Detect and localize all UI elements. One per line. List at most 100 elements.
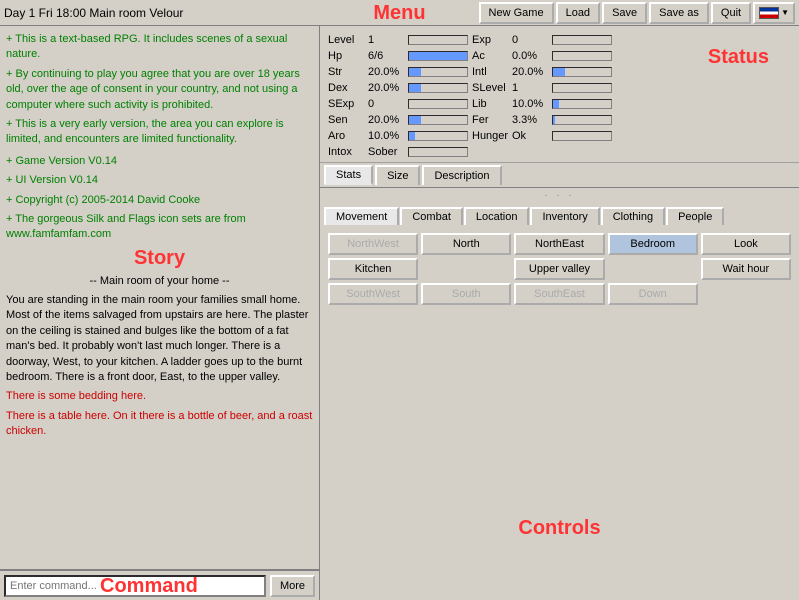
move-down[interactable]: Down xyxy=(608,283,698,305)
stat-bar-container xyxy=(552,131,612,141)
dots-separator: · · · xyxy=(320,188,799,203)
stat-name: SExp xyxy=(328,98,368,110)
stat-row-hunger: HungerOk xyxy=(470,128,614,144)
controls-section: Movement Combat Location Inventory Cloth… xyxy=(320,203,799,600)
controls-label: Controls xyxy=(518,517,600,540)
stat-bar xyxy=(553,100,559,108)
main-layout: + This is a text-based RPG. It includes … xyxy=(0,26,799,600)
stat-value: Ok xyxy=(512,130,552,142)
quit-button[interactable]: Quit xyxy=(711,2,751,24)
stat-value: 0 xyxy=(368,98,408,110)
stat-value: Sober xyxy=(368,146,408,158)
stat-bar xyxy=(409,84,421,92)
stat-name: Hunger xyxy=(472,130,512,142)
stat-bar-container xyxy=(552,35,612,45)
stat-bar xyxy=(553,68,565,76)
stat-row-intox: IntoxSober xyxy=(326,144,470,160)
stat-row-fer: Fer3.3% xyxy=(470,112,614,128)
move-empty-3 xyxy=(701,283,791,305)
top-bar: Day 1 Fri 18:00 Main room Velour Menu Ne… xyxy=(0,0,799,26)
move-south[interactable]: South xyxy=(421,283,511,305)
stat-name: Ac xyxy=(472,50,512,62)
stat-bar xyxy=(553,116,555,124)
save-button[interactable]: Save xyxy=(602,2,647,24)
location-description: You are standing in the main room your f… xyxy=(6,293,313,385)
stat-bar xyxy=(409,68,421,76)
move-northwest[interactable]: NorthWest xyxy=(328,233,418,255)
ctrl-tab-location[interactable]: Location xyxy=(464,207,530,225)
stat-bar xyxy=(409,116,421,124)
more-button[interactable]: More xyxy=(270,575,315,597)
status-label: Status xyxy=(708,46,769,69)
ctrl-tab-clothing[interactable]: Clothing xyxy=(601,207,665,225)
stat-row-lib: Lib10.0% xyxy=(470,96,614,112)
version-text: + Game Version V0.14 + UI Version V0.14 … xyxy=(6,154,313,243)
chevron-down-icon: ▼ xyxy=(781,8,789,17)
stat-name: Intl xyxy=(472,66,512,78)
language-button[interactable]: ▼ xyxy=(753,2,795,24)
stat-bar-container xyxy=(552,51,612,61)
intro-line-2: + By continuing to play you agree that y… xyxy=(6,67,313,113)
stat-value: 0.0% xyxy=(512,50,552,62)
stats-grid: Level1Exp0Hp6/6Ac0.0%Str20.0%Intl20.0%De… xyxy=(326,32,546,160)
move-upper-valley[interactable]: Upper valley xyxy=(514,258,604,280)
stat-name: Level xyxy=(328,34,368,46)
stat-name: Lib xyxy=(472,98,512,110)
move-bedroom[interactable]: Bedroom xyxy=(608,233,698,255)
action-look[interactable]: Look xyxy=(701,233,791,255)
version-line-1: + Game Version V0.14 xyxy=(6,154,313,169)
movement-grid: NorthWest North NorthEast Bedroom Look K… xyxy=(324,229,795,309)
stat-bar-container xyxy=(408,99,468,109)
stat-value: 20.0% xyxy=(368,82,408,94)
stat-row-aro: Aro10.0% xyxy=(326,128,470,144)
location-header: -- Main room of your home -- xyxy=(6,274,313,289)
ctrl-tab-people[interactable]: People xyxy=(666,207,724,225)
item-bedding: There is some bedding here. xyxy=(6,389,313,404)
move-kitchen[interactable]: Kitchen xyxy=(328,258,418,280)
version-line-4: + The gorgeous Silk and Flags icon sets … xyxy=(6,212,313,243)
stat-row-hp: Hp6/6 xyxy=(326,48,470,64)
stat-name: Exp xyxy=(472,34,512,46)
stat-value: 6/6 xyxy=(368,50,408,62)
stat-bar-container xyxy=(408,83,468,93)
load-button[interactable]: Load xyxy=(556,2,600,24)
stat-bar-container xyxy=(552,67,612,77)
stat-row-dex: Dex20.0% xyxy=(326,80,470,96)
move-southeast[interactable]: SouthEast xyxy=(514,283,604,305)
stat-bar xyxy=(409,52,467,60)
action-wait-hour[interactable]: Wait hour xyxy=(701,258,791,280)
story-area: + This is a text-based RPG. It includes … xyxy=(0,26,319,570)
stat-bar xyxy=(409,132,415,140)
stat-name: Fer xyxy=(472,114,512,126)
story-label: Story xyxy=(6,247,313,270)
move-north[interactable]: North xyxy=(421,233,511,255)
move-northeast[interactable]: NorthEast xyxy=(514,233,604,255)
stat-row-exp: Exp0 xyxy=(470,32,614,48)
tab-stats[interactable]: Stats xyxy=(324,165,373,185)
stat-value: 20.0% xyxy=(368,66,408,78)
stat-bar-container xyxy=(408,35,468,45)
stat-value: 20.0% xyxy=(368,114,408,126)
move-southwest[interactable]: SouthWest xyxy=(328,283,418,305)
stat-value: 20.0% xyxy=(512,66,552,78)
stat-name: Dex xyxy=(328,82,368,94)
ctrl-tab-combat[interactable]: Combat xyxy=(400,207,463,225)
version-line-3: + Copyright (c) 2005-2014 David Cooke xyxy=(6,193,313,208)
intro-text: + This is a text-based RPG. It includes … xyxy=(6,32,313,148)
version-line-2: + UI Version V0.14 xyxy=(6,173,313,188)
menu-label: Menu xyxy=(373,2,425,25)
tab-description[interactable]: Description xyxy=(422,165,501,185)
location-story: -- Main room of your home -- You are sta… xyxy=(6,274,313,440)
control-tabs: Movement Combat Location Inventory Cloth… xyxy=(324,207,795,225)
tab-size[interactable]: Size xyxy=(375,165,420,185)
stat-bar-container xyxy=(552,115,612,125)
right-panel: Level1Exp0Hp6/6Ac0.0%Str20.0%Intl20.0%De… xyxy=(320,26,799,600)
save-as-button[interactable]: Save as xyxy=(649,2,709,24)
item-table: There is a table here. On it there is a … xyxy=(6,409,313,440)
new-game-button[interactable]: New Game xyxy=(479,2,554,24)
ctrl-tab-movement[interactable]: Movement xyxy=(324,207,399,225)
intro-line-1: + This is a text-based RPG. It includes … xyxy=(6,32,313,63)
stat-bar-container xyxy=(552,99,612,109)
stat-name: SLevel xyxy=(472,82,512,94)
ctrl-tab-inventory[interactable]: Inventory xyxy=(530,207,599,225)
